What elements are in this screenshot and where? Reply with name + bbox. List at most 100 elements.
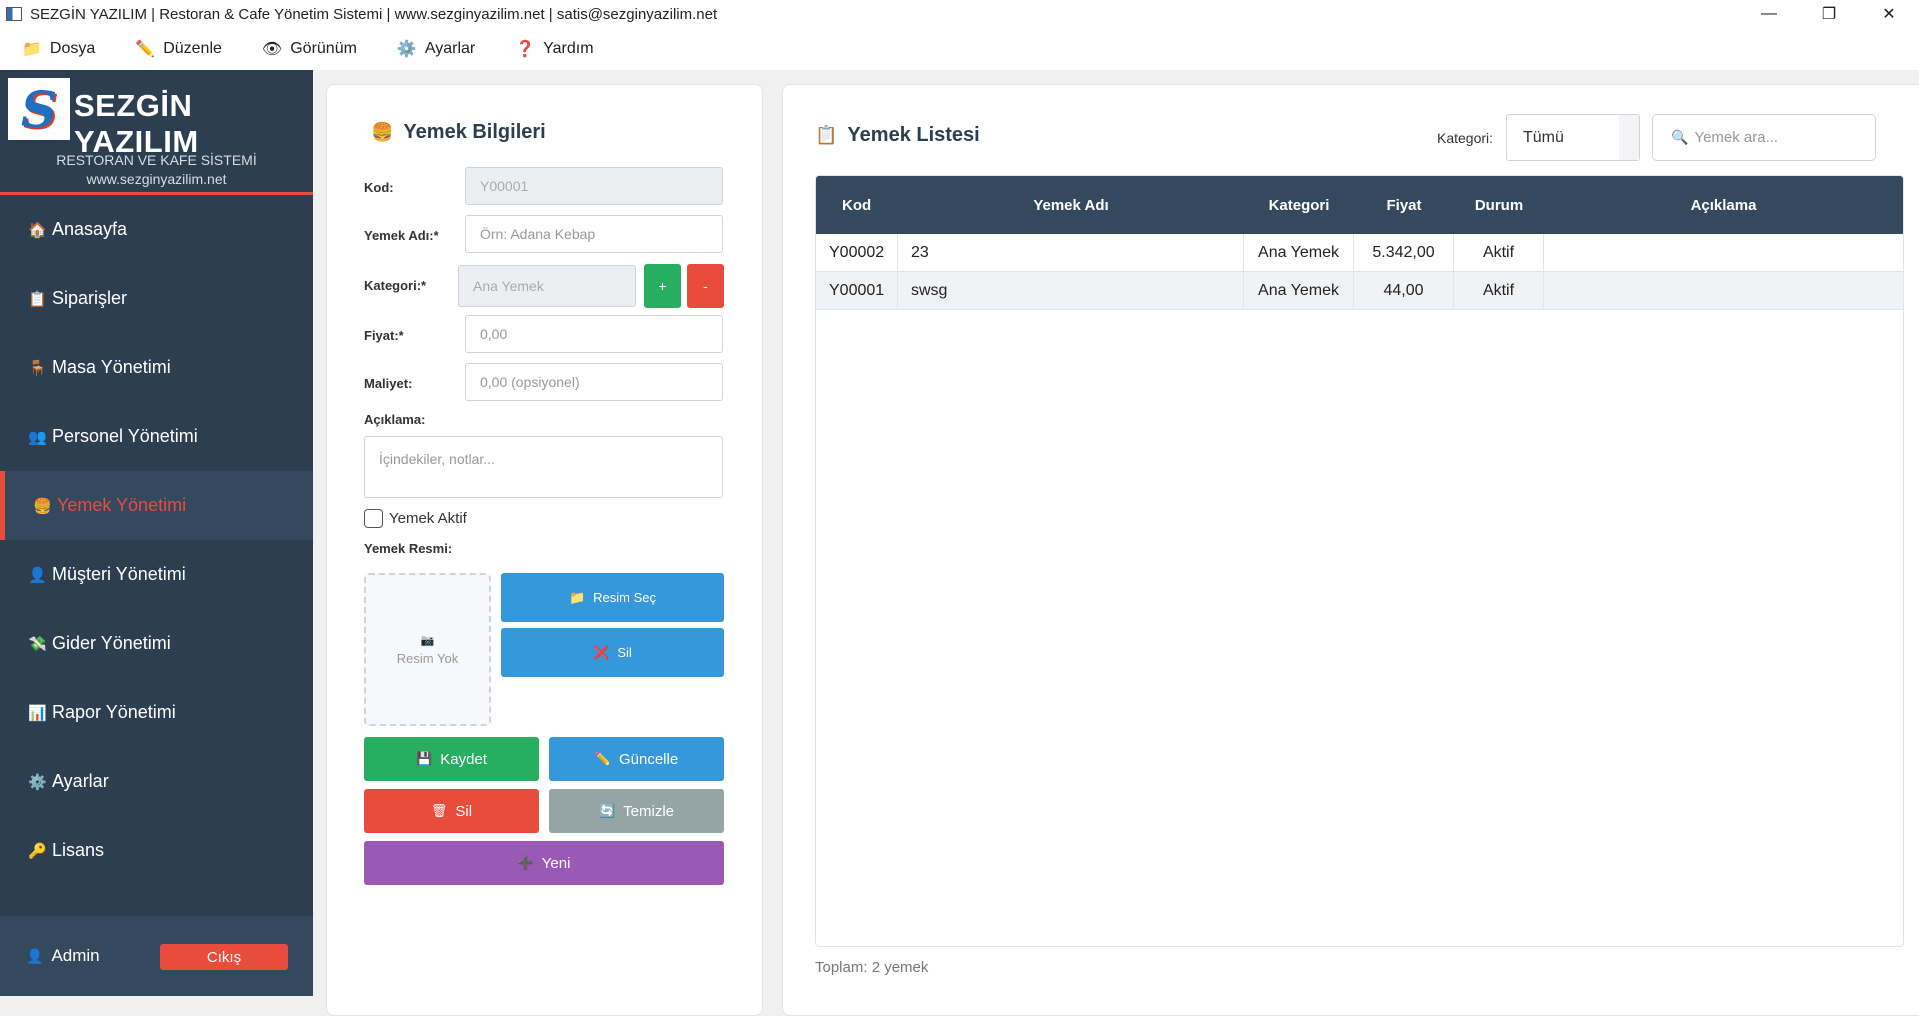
clipboard-icon: 📋 [28, 290, 47, 308]
key-icon: 🔑 [28, 842, 47, 860]
sidebar-item-anasayfa[interactable]: 🏠 Anasayfa [0, 195, 313, 264]
menu-label: Görünüm [290, 40, 357, 57]
sidebar-item-label: Rapor Yönetimi [52, 702, 176, 722]
user-name: Admin [51, 946, 100, 965]
button-label: Temizle [623, 802, 675, 820]
delete-button[interactable]: 🗑 Sil [364, 789, 539, 833]
fiyat-input[interactable]: 0,00 [465, 315, 723, 353]
cell-fiyat: 5.342,00 [1354, 234, 1454, 271]
button-label: Yeni [541, 854, 571, 872]
no-image-text: Resim Yok [396, 650, 459, 666]
logout-button[interactable]: Cıkış [160, 944, 288, 970]
burger-icon: 🍔 [371, 122, 394, 142]
food-list-panel: 📋 Yemek Listesi Kategori: Tümü 🔍 Yemek ar… [782, 84, 1919, 1016]
aciklama-label: Açıklama: [364, 412, 426, 427]
plus-icon: ➕ [517, 855, 534, 870]
menu-label: Düzenle [163, 40, 222, 57]
app-icon [6, 7, 22, 21]
menu-bar: 📁 Dosya ✏️ Düzenle 👁 Görünüm ⚙️ Ayarlar ❓ Yar… [0, 28, 1919, 70]
table-row[interactable]: Y00001 swsg Ana Yemek 44,00 Aktif [816, 272, 1903, 310]
sidebar-item-label: Müşteri Yönetimi [52, 564, 186, 584]
save-button[interactable]: 💾 Kaydet [364, 737, 539, 781]
button-label: Güncelle [618, 750, 679, 768]
cell-yemek-adi: 23 [898, 234, 1244, 271]
sidebar-item-ayarlar[interactable]: ⚙️ Ayarlar [0, 747, 313, 816]
aktif-checkbox[interactable] [364, 509, 383, 528]
aktif-checkbox-row[interactable]: Yemek Aktif [364, 509, 467, 528]
sidebar-item-masa[interactable]: 🪑 Masa Yönetimi [0, 333, 313, 402]
menu-label: Dosya [49, 40, 96, 57]
sidebar-item-personel[interactable]: 👥 Personel Yönetimi [0, 402, 313, 471]
money-icon: 💸 [28, 635, 47, 653]
brand-subtitle: RESTORAN VE KAFE SİSTEMİ [56, 152, 257, 168]
menu-ayarlar[interactable]: ⚙️ Ayarlar [397, 39, 475, 59]
add-category-button[interactable]: + [644, 264, 681, 308]
maliyet-input[interactable]: 0,00 (opsiyonel) [465, 363, 723, 401]
select-image-button[interactable]: 📁 Resim Seç [501, 573, 724, 622]
column-header-yemek-adi[interactable]: Yemek Adı [898, 176, 1244, 234]
menu-label: Ayarlar [424, 40, 476, 57]
aciklama-textarea[interactable]: İçindekiler, notlar... [364, 436, 723, 498]
food-form-panel: 🍔 Yemek Bilgileri Kod: Y00001 Yemek Adı:*… [326, 84, 763, 1016]
list-footer-total: Toplam: 2 yemek [815, 959, 929, 976]
sidebar-item-rapor[interactable]: 📊 Rapor Yönetimi [0, 678, 313, 747]
remove-category-button[interactable]: - [687, 264, 724, 308]
button-label: Sil [455, 802, 473, 820]
sidebar-item-lisans[interactable]: 🔑 Lisans [0, 816, 313, 885]
search-placeholder: Yemek ara... [1694, 129, 1779, 146]
company-logo: S [8, 78, 70, 140]
delete-image-button[interactable]: ❌ Sil [501, 628, 724, 677]
column-header-kategori[interactable]: Kategori [1244, 176, 1354, 234]
menu-gorunum[interactable]: 👁 Görünüm [262, 39, 357, 59]
maximize-button[interactable]: ❐ [1800, 0, 1858, 28]
kategori-select[interactable]: Ana Yemek [458, 265, 636, 307]
sidebar-item-label: Siparişler [52, 288, 128, 308]
brand-title: SEZGİN YAZILIM [74, 88, 199, 159]
cell-aciklama [1544, 272, 1903, 309]
column-header-fiyat[interactable]: Fiyat [1354, 176, 1454, 234]
column-header-kod[interactable]: Kod [816, 176, 898, 234]
clear-button[interactable]: 🔄 Temizle [549, 789, 724, 833]
menu-duzenle[interactable]: ✏️ Düzenle [135, 39, 222, 59]
clipboard-icon: 📋 [815, 125, 838, 145]
users-icon: 👥 [28, 428, 47, 446]
close-button[interactable]: ✕ [1860, 0, 1918, 28]
table-row[interactable]: Y00002 23 Ana Yemek 5.342,00 Aktif [816, 234, 1903, 272]
new-button[interactable]: ➕ Yeni [364, 841, 724, 885]
minimize-button[interactable]: — [1740, 0, 1798, 28]
kod-label: Kod: [364, 180, 394, 195]
sidebar-item-gider[interactable]: 💸 Gider Yönetimi [0, 609, 313, 678]
search-input[interactable]: 🔍 Yemek ara... [1652, 114, 1876, 161]
category-filter-select[interactable]: Tümü [1506, 114, 1640, 161]
cell-durum: Aktif [1454, 272, 1544, 309]
button-label: Kaydet [440, 750, 487, 768]
brand-header: S SEZGİN YAZILIM RESTORAN VE KAFE SİSTEM… [0, 70, 313, 195]
burger-icon: 🍔 [33, 497, 52, 515]
yemek-adi-input[interactable]: Örn: Adana Kebap [465, 215, 723, 253]
menu-yardim[interactable]: ❓ Yardım [515, 39, 593, 59]
sidebar-item-yemek[interactable]: 🍔 Yemek Yönetimi [0, 471, 313, 540]
pencil-icon: ✏️ [594, 751, 611, 766]
user-icon: 👤 [26, 947, 44, 964]
question-icon: ❓ [515, 41, 536, 58]
column-header-durum[interactable]: Durum [1454, 176, 1544, 234]
list-title-text: Yemek Listesi [847, 124, 980, 146]
food-table: Kod Yemek Adı Kategori Fiyat Durum Açıkl… [815, 175, 1904, 947]
title-bar: SEZGİN YAZILIM | Restoran & Cafe Yönetim… [0, 0, 1919, 28]
close-icon: ❌ [593, 644, 610, 660]
sidebar-item-siparisler[interactable]: 📋 Siparişler [0, 264, 313, 333]
category-filter-label: Kategori: [1437, 130, 1494, 146]
form-title-text: Yemek Bilgileri [403, 121, 546, 143]
category-filter-value: Tümü [1523, 128, 1564, 146]
list-title: 📋 Yemek Listesi [815, 124, 980, 147]
sidebar-item-musteri[interactable]: 👤 Müşteri Yönetimi [0, 540, 313, 609]
sidebar-footer: 👤 Admin Cıkış [0, 916, 313, 996]
column-header-aciklama[interactable]: Açıklama [1544, 176, 1903, 234]
cell-aciklama [1544, 234, 1903, 271]
menu-dosya[interactable]: 📁 Dosya [22, 39, 95, 59]
yemek-adi-label: Yemek Adı:* [364, 228, 439, 243]
update-button[interactable]: ✏️ Güncelle [549, 737, 724, 781]
bar-chart-icon: 📊 [28, 704, 47, 722]
dropdown-arrow-area[interactable] [1619, 115, 1639, 160]
pencil-icon: ✏️ [135, 41, 156, 58]
